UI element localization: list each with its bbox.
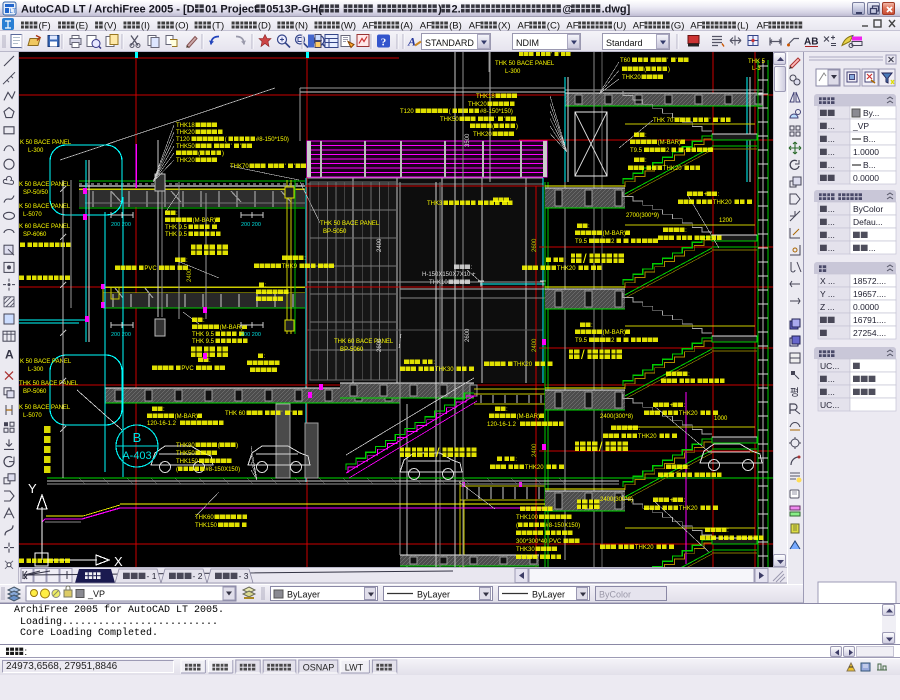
svg-text:OSNAP: OSNAP [303, 663, 335, 673]
svg-text:LWT: LWT [345, 663, 364, 673]
svg-text::: : [24, 647, 27, 658]
